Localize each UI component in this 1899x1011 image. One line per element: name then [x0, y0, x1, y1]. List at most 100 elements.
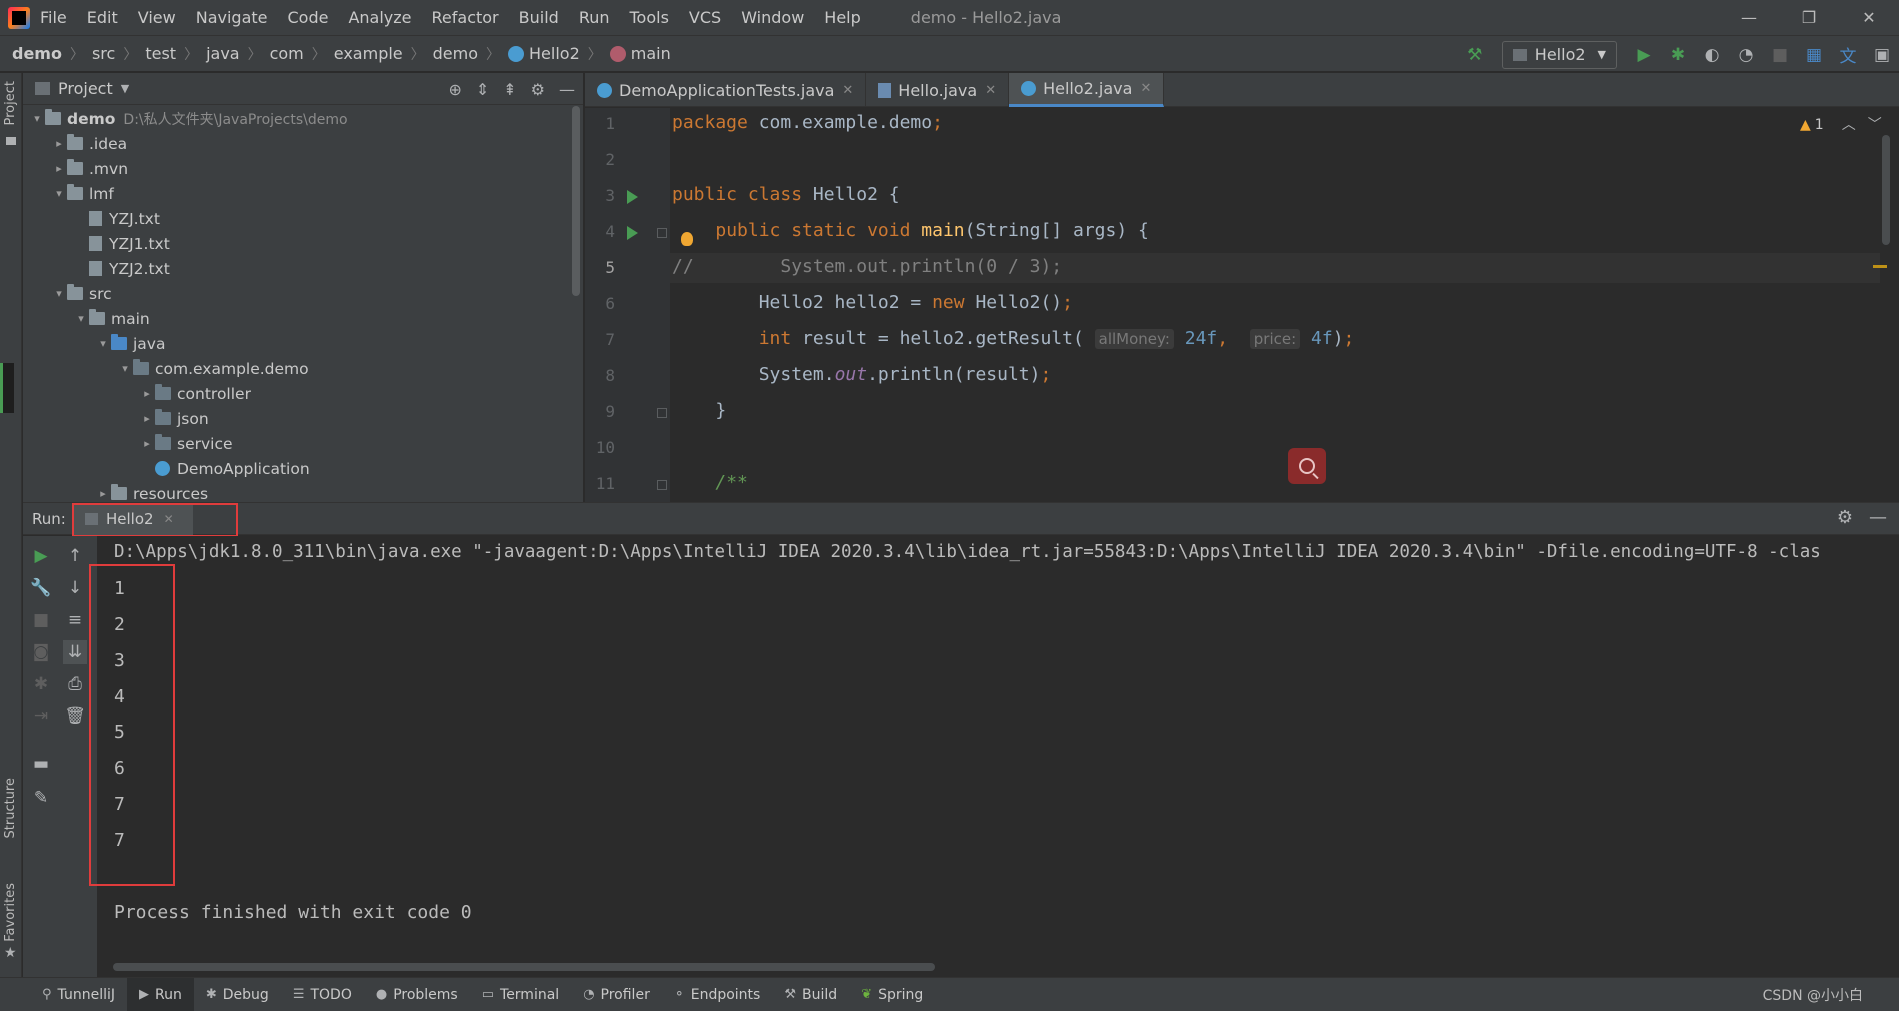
code-line-8[interactable]: System.out.println(result); [672, 364, 1052, 385]
tool-tab-profiler[interactable]: ◔ Profiler [571, 978, 662, 1011]
tree-item-main[interactable]: ▾ main [73, 306, 150, 331]
translate-icon[interactable]: 文 [1834, 41, 1862, 69]
editor-scrollbar[interactable] [1882, 135, 1890, 245]
tab-hello[interactable]: Hello.java ✕ [866, 73, 1010, 107]
breadcrumb-hello2[interactable]: Hello2 [508, 44, 580, 63]
tree-item-java[interactable]: ▾ java [95, 331, 165, 356]
chevron-right-icon[interactable]: ▸ [95, 487, 111, 500]
tree-item-json[interactable]: ▸ json [139, 406, 209, 431]
chevron-down-icon[interactable]: ▾ [73, 312, 89, 325]
minimize-button[interactable]: — [1719, 0, 1779, 35]
tool-tab-todo[interactable]: ☰ TODO [281, 978, 364, 1011]
breadcrumb-demo-pkg[interactable]: demo [433, 44, 478, 63]
project-panel-title[interactable]: Project [58, 79, 113, 98]
menu-window[interactable]: Window [741, 8, 804, 27]
console-output[interactable]: D:\Apps\jdk1.8.0_311\bin\java.exe "-java… [97, 536, 1899, 977]
wrench-icon[interactable]: 🔧 [29, 576, 53, 600]
tool-tab-run[interactable]: ▶ Run [127, 977, 194, 1011]
breadcrumb-com[interactable]: com [270, 44, 304, 63]
tool-tab-debug[interactable]: ✱ Debug [194, 978, 281, 1011]
menu-view[interactable]: View [138, 8, 176, 27]
tree-item-src[interactable]: ▾ src [51, 281, 112, 306]
tree-item--mvn[interactable]: ▸ .mvn [51, 156, 128, 181]
down-arrow-icon[interactable]: ↓ [63, 576, 87, 600]
gear-icon[interactable]: ⚙ [1837, 507, 1853, 528]
exit-icon[interactable]: ⇥ [29, 704, 53, 728]
chevron-down-icon[interactable]: ▾ [117, 362, 133, 375]
tree-item-lmf[interactable]: ▾ lmf [51, 181, 114, 206]
code-line-9[interactable]: } [672, 400, 726, 421]
hide-icon[interactable]: — [559, 80, 575, 99]
close-button[interactable]: ✕ [1839, 0, 1899, 35]
layout-icon[interactable]: ▬ [29, 752, 53, 776]
tree-item-service[interactable]: ▸ service [139, 431, 233, 456]
stop-icon[interactable]: ■ [1766, 41, 1794, 69]
tool-tab-build[interactable]: ⚒ Build [772, 978, 849, 1011]
project-side-tab[interactable]: Project [3, 81, 18, 125]
menu-analyze[interactable]: Analyze [348, 8, 411, 27]
inspection-widget[interactable]: ▲ 1 ︿ ﹀ [1800, 114, 1882, 134]
breadcrumb-java[interactable]: java [206, 44, 240, 63]
fold-marker-icon[interactable] [657, 480, 667, 490]
menu-edit[interactable]: Edit [87, 8, 118, 27]
favorites-side-tab[interactable]: Favorites [3, 883, 18, 942]
tool-tab-problems[interactable]: ● Problems [364, 978, 470, 1011]
collapse-all-icon[interactable]: ⇞ [503, 80, 516, 99]
expand-all-icon[interactable]: ⇕ [476, 80, 489, 99]
close-tab-icon[interactable]: ✕ [842, 83, 853, 98]
coverage-icon[interactable]: ◐ [1698, 41, 1726, 69]
scroll-to-end-icon[interactable]: ⇊ [63, 640, 87, 664]
chevron-right-icon[interactable]: ▸ [139, 412, 155, 425]
code-line-6[interactable]: Hello2 hello2 = new Hello2(); [672, 292, 1073, 313]
menu-help[interactable]: Help [824, 8, 860, 27]
layout-icon[interactable]: ▣ [1868, 41, 1896, 69]
run-config-select[interactable]: Hello2 ▼ [1501, 40, 1617, 69]
debug-off-icon[interactable]: ✱ [29, 672, 53, 696]
run-gutter-icon[interactable] [627, 226, 638, 240]
chevron-down-icon[interactable]: ▼ [121, 82, 129, 95]
breadcrumb-example[interactable]: example [334, 44, 403, 63]
scroll-marker[interactable] [1873, 265, 1887, 268]
tree-item-com-example-demo[interactable]: ▾ com.example.demo [117, 356, 309, 381]
tree-item-demo[interactable]: ▾ demo D:\私人文件夹\JavaProjects\demo [29, 106, 348, 131]
code-line-5[interactable]: // System.out.println(0 / 3); [672, 256, 1062, 277]
code-line-1[interactable]: package com.example.demo; [672, 112, 943, 133]
structure-side-tab[interactable]: Structure [3, 778, 18, 838]
tree-item--idea[interactable]: ▸ .idea [51, 131, 127, 156]
run-gutter-icon[interactable] [627, 190, 638, 204]
tool-tab-endpoints[interactable]: ⚬ Endpoints [662, 978, 773, 1011]
menu-refactor[interactable]: Refactor [432, 8, 499, 27]
menu-navigate[interactable]: Navigate [196, 8, 268, 27]
tab-demoapplicationtests[interactable]: DemoApplicationTests.java ✕ [585, 73, 867, 107]
breadcrumb-main[interactable]: main [609, 44, 671, 63]
pin-icon[interactable]: ✎ [29, 786, 53, 810]
chevron-right-icon[interactable]: ▸ [139, 387, 155, 400]
breadcrumb-src[interactable]: src [92, 44, 115, 63]
close-tab-icon[interactable]: ✕ [985, 83, 996, 98]
chevron-down-icon[interactable]: ▾ [51, 287, 67, 300]
tree-item-demoapplication[interactable]: DemoApplication [139, 456, 310, 481]
project-scrollbar[interactable] [572, 106, 580, 296]
tool-tab-terminal[interactable]: ▭ Terminal [470, 978, 571, 1011]
menu-vcs[interactable]: VCS [689, 8, 721, 27]
camera-icon[interactable]: ◙ [29, 640, 53, 664]
chevron-down-icon[interactable]: ▾ [95, 337, 111, 350]
code-line-11[interactable]: /** [672, 472, 748, 493]
soft-wrap-icon[interactable]: ≡ [63, 608, 87, 632]
chevron-down-icon[interactable]: ﹀ [1868, 117, 1882, 133]
chevron-down-icon[interactable]: ▾ [51, 187, 67, 200]
tree-item-yzj2-txt[interactable]: YZJ2.txt [73, 256, 170, 281]
print-icon[interactable]: ⎙ [63, 672, 87, 696]
fold-marker-icon[interactable] [657, 408, 667, 418]
breadcrumb-test[interactable]: test [145, 44, 176, 63]
run-icon[interactable]: ▶ [1630, 41, 1658, 69]
trash-icon[interactable]: 🗑 [63, 704, 87, 728]
tool-tab-tunnellij[interactable]: ⚲ TunnelliJ [30, 978, 127, 1011]
stop-icon[interactable]: ■ [29, 608, 53, 632]
fold-marker-icon[interactable] [657, 228, 667, 238]
close-tab-icon[interactable]: ✕ [1140, 81, 1151, 96]
build-hammer-icon[interactable]: ⚒ [1461, 41, 1489, 69]
tree-item-yzj1-txt[interactable]: YZJ1.txt [73, 231, 170, 256]
debug-icon[interactable]: ✱ [1664, 41, 1692, 69]
restore-button[interactable]: ❐ [1779, 0, 1839, 35]
